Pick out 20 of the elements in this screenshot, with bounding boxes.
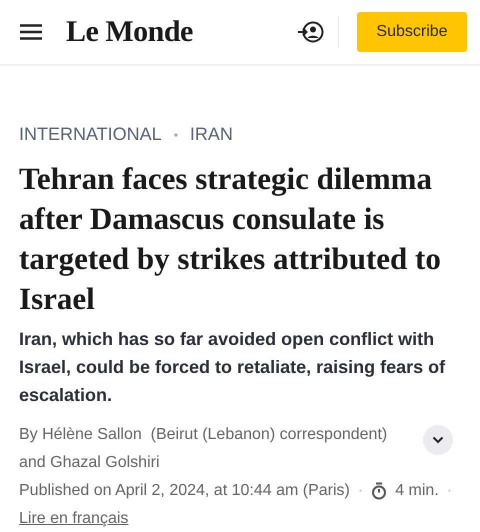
separator: · [358,481,364,501]
byline: By Hélène Sallon (Beirut (Lebanon) correspondent) and Ghazal Golshiri [19,425,388,473]
stopwatch-icon [371,482,388,500]
topic-label[interactable]: IRAN [190,124,233,145]
chevron-down-icon [432,436,444,444]
subscribe-button[interactable]: Subscribe [357,12,467,52]
separator: · [446,481,452,501]
publish-date: Published on April 2, 2024, at 10:44 am (Paris) [19,481,350,501]
reading-time: 4 min. [395,481,439,501]
separator: • [174,128,178,142]
menu-button[interactable] [20,24,42,40]
language-link[interactable]: Lire en français [19,505,128,532]
section-label[interactable]: INTERNATIONAL [19,124,162,145]
menu-icon [20,24,42,40]
standfirst: Iran, which has so far avoided open conflict with Israel, could be forced to retaliate, raising fears of escalation. [19,328,446,407]
person-icon [298,20,324,44]
login-button[interactable] [298,20,324,44]
headline: Tehran faces strategic dilemma after Damascus consulate is targeted by strikes attributed to Israel [19,160,442,318]
expand-button[interactable] [423,425,453,455]
logo[interactable]: Le Monde [66,15,193,49]
